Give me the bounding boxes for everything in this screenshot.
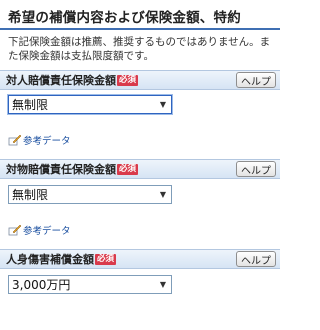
select-row: 無制限 ▼ (0, 95, 280, 114)
pencil-icon (8, 134, 22, 146)
help-button[interactable]: ヘルプ (236, 72, 276, 88)
reference-link-text[interactable]: 参考データ (23, 223, 71, 237)
bodily-injury-select[interactable]: 無制限 ▼ (8, 95, 172, 114)
help-button[interactable]: ヘルプ (236, 251, 276, 267)
chevron-down-icon: ▼ (159, 190, 166, 199)
description-text: 下記保険金額は推薦、推奨するものではありません。また保険金額は支払限度額です。 (8, 36, 271, 62)
select-value: 3,000万円 (12, 278, 71, 292)
pencil-icon (8, 224, 22, 236)
required-badge: 必須 (117, 74, 139, 86)
select-row: 無制限 ▼ (0, 185, 280, 204)
chevron-down-icon: ▼ (159, 280, 166, 289)
chevron-down-icon: ▼ (159, 100, 166, 109)
reference-data-link[interactable]: 参考データ (0, 133, 280, 147)
section-header-property-damage: 対物賠償責任保険金額 必須 ヘルプ (0, 159, 280, 179)
help-button[interactable]: ヘルプ (236, 161, 276, 177)
section-header-bodily-injury: 対人賠償責任保険金額 必須 ヘルプ (0, 70, 280, 90)
select-value: 無制限 (12, 98, 49, 112)
reference-link-text[interactable]: 参考データ (23, 133, 71, 147)
section-header-personal-injury: 人身傷害補償金額 必須 ヘルプ (0, 249, 280, 269)
required-badge: 必須 (95, 253, 117, 265)
personal-injury-select[interactable]: 3,000万円 ▼ (8, 275, 172, 294)
select-value: 無制限 (12, 188, 49, 202)
section-label: 対人賠償責任保険金額 (6, 74, 116, 87)
required-badge: 必須 (117, 163, 139, 175)
reference-data-link[interactable]: 参考データ (0, 223, 280, 237)
select-row: 3,000万円 ▼ (0, 275, 280, 294)
insurance-form-page: 希望の補償内容および保険金額、特約 下記保険金額は推薦、推奨するものではありませ… (0, 0, 280, 330)
page-title: 希望の補償内容および保険金額、特約 (0, 0, 280, 30)
section-label: 人身傷害補償金額 (6, 253, 94, 266)
property-damage-select[interactable]: 無制限 ▼ (8, 185, 172, 204)
section-label: 対物賠償責任保険金額 (6, 163, 116, 176)
